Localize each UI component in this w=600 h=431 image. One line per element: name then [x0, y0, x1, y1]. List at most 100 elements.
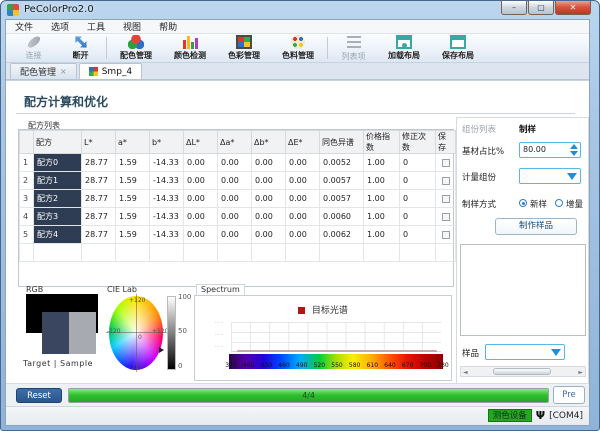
toolbar-save-layout-button[interactable]: 保存布局: [431, 34, 485, 62]
tab-component-list[interactable]: 组份列表: [462, 123, 496, 135]
cell-metamerism: 0.0062: [320, 226, 364, 244]
save-checkbox[interactable]: [442, 213, 450, 221]
recipe-name-cell[interactable]: 配方2: [34, 190, 82, 208]
cell-l: 28.77: [82, 190, 116, 208]
scroll-left-icon[interactable]: ◄: [463, 369, 468, 376]
row-index: 4: [20, 208, 34, 226]
toolbar-connect-button[interactable]: 连接: [10, 34, 57, 62]
tab-color-match-manage[interactable]: 配色管理 ×: [10, 63, 77, 79]
metering-component-dropdown[interactable]: [519, 168, 581, 184]
toolbar-disconnect-button[interactable]: 断开: [57, 34, 104, 62]
color-detect-icon: [182, 35, 198, 49]
cell-da: 0.00: [218, 172, 252, 190]
column-header[interactable]: 同色异谱: [320, 131, 364, 154]
spectrum-y-tick: ···: [215, 320, 224, 327]
toolbar-list-items-button[interactable]: 列表项: [330, 34, 377, 62]
wavelength-tick: 370: [225, 362, 236, 369]
scrollbar-thumb[interactable]: [493, 368, 551, 375]
cell-l: 28.77: [82, 172, 116, 190]
component-listbox[interactable]: [460, 244, 586, 336]
cell-de: 0.00: [286, 154, 320, 172]
toolbar-color-detect-button[interactable]: 颜色检测: [163, 34, 217, 62]
b-axis-top-tick: +120: [129, 297, 145, 304]
recipe-row[interactable]: 1配方028.771.59-14.330.000.000.000.000.005…: [20, 154, 456, 172]
spectrum-y-tick: ···: [215, 332, 224, 339]
cell-da: 0.00: [218, 208, 252, 226]
column-header[interactable]: b*: [150, 131, 184, 154]
column-header[interactable]: L*: [82, 131, 116, 154]
cell-metamerism: 0.0060: [320, 208, 364, 226]
row-index: 3: [20, 190, 34, 208]
recipe-row[interactable]: 5配方428.771.59-14.330.000.000.000.000.006…: [20, 226, 456, 244]
cell-b: -14.33: [150, 172, 184, 190]
tab-close-icon[interactable]: ×: [60, 67, 67, 76]
cell-price: 1.00: [364, 226, 400, 244]
close-button[interactable]: ✕: [555, 1, 591, 15]
cell-db: 0.00: [252, 226, 286, 244]
target-sample-caption: Target | Sample: [23, 359, 93, 368]
maximize-button[interactable]: ▢: [528, 1, 554, 15]
save-checkbox[interactable]: [442, 195, 450, 203]
dropdown-arrow-icon: [567, 173, 577, 180]
cell-dl: 0.00: [184, 172, 218, 190]
column-header[interactable]: 保存: [436, 131, 456, 154]
save-checkbox[interactable]: [442, 231, 450, 239]
toolbar-color-manage-button[interactable]: 色彩管理: [217, 34, 271, 62]
cell-da: 0.00: [218, 154, 252, 172]
tab-make-sample[interactable]: 制样: [519, 123, 536, 135]
menu-item-tools[interactable]: 工具: [78, 20, 114, 33]
legend-square-icon: [298, 307, 305, 314]
recipe-name-cell[interactable]: 配方3: [34, 208, 82, 226]
l-tick-0: 0: [178, 362, 182, 370]
recipe-name-cell[interactable]: 配方4: [34, 226, 82, 244]
progress-text: 4/4: [69, 389, 548, 402]
save-checkbox[interactable]: [442, 159, 450, 167]
menu-item-options[interactable]: 选项: [42, 20, 78, 33]
make-sample-button[interactable]: 制作样品: [495, 218, 577, 235]
sample-label: 样品: [462, 347, 479, 359]
reset-button[interactable]: Reset: [16, 388, 62, 403]
target-spectrum-curve: [237, 350, 437, 352]
horizontal-scrollbar[interactable]: ◄ ►: [460, 366, 586, 377]
wavelength-tick: 550: [331, 362, 342, 369]
title-bar[interactable]: PeColorPro2.0 – ▢ ✕: [1, 1, 599, 19]
toolbar-load-layout-button[interactable]: 加载布局: [377, 34, 431, 62]
base-ratio-spinner[interactable]: 80.00: [519, 142, 581, 158]
scroll-right-icon[interactable]: ►: [578, 369, 583, 376]
radio-increment[interactable]: [555, 199, 563, 207]
wavelength-tick: 610: [367, 362, 378, 369]
column-header[interactable]: ΔL*: [184, 131, 218, 154]
recipe-name-cell[interactable]: 配方0: [34, 154, 82, 172]
document-tab-bar: 配色管理 × Smp_4: [6, 63, 589, 80]
menu-item-help[interactable]: 帮助: [150, 20, 186, 33]
minimize-button[interactable]: –: [501, 1, 527, 15]
spectrum-plot-grid: [231, 322, 441, 352]
menu-item-view[interactable]: 视图: [114, 20, 150, 33]
spinner-arrows-icon[interactable]: [568, 144, 579, 156]
column-header[interactable]: ΔE*: [286, 131, 320, 154]
save-checkbox[interactable]: [442, 177, 450, 185]
pre-button[interactable]: Pre: [553, 386, 585, 404]
spectrum-y-tick: ···: [215, 344, 224, 351]
sample-dropdown[interactable]: [485, 344, 565, 360]
toolbar-colorant-manage-button[interactable]: 色料管理: [271, 34, 325, 62]
cell-corrections: 0: [400, 190, 436, 208]
column-header[interactable]: 价格指数: [364, 131, 400, 154]
column-header[interactable]: a*: [116, 131, 150, 154]
column-header[interactable]: 修正次数: [400, 131, 436, 154]
tab-smp4[interactable]: Smp_4: [79, 63, 142, 79]
recipe-name-cell[interactable]: 配方1: [34, 172, 82, 190]
recipe-row[interactable]: 4配方328.771.59-14.330.000.000.000.000.006…: [20, 208, 456, 226]
radio-new-sample[interactable]: [519, 199, 527, 207]
wavelength-tick: 700: [420, 362, 431, 369]
column-header[interactable]: Δa*: [218, 131, 252, 154]
menu-item-file[interactable]: 文件: [6, 20, 42, 33]
colorant-icon: [290, 35, 306, 49]
column-header[interactable]: Δb*: [252, 131, 286, 154]
cell-l: 28.77: [82, 208, 116, 226]
recipe-row[interactable]: 3配方228.771.59-14.330.000.000.000.000.005…: [20, 190, 456, 208]
column-header[interactable]: 配方: [34, 131, 82, 154]
toolbar-color-match-button[interactable]: 配色管理: [109, 34, 163, 62]
recipe-row[interactable]: 2配方128.771.59-14.330.000.000.000.000.005…: [20, 172, 456, 190]
wavelength-tick: 640: [384, 362, 395, 369]
